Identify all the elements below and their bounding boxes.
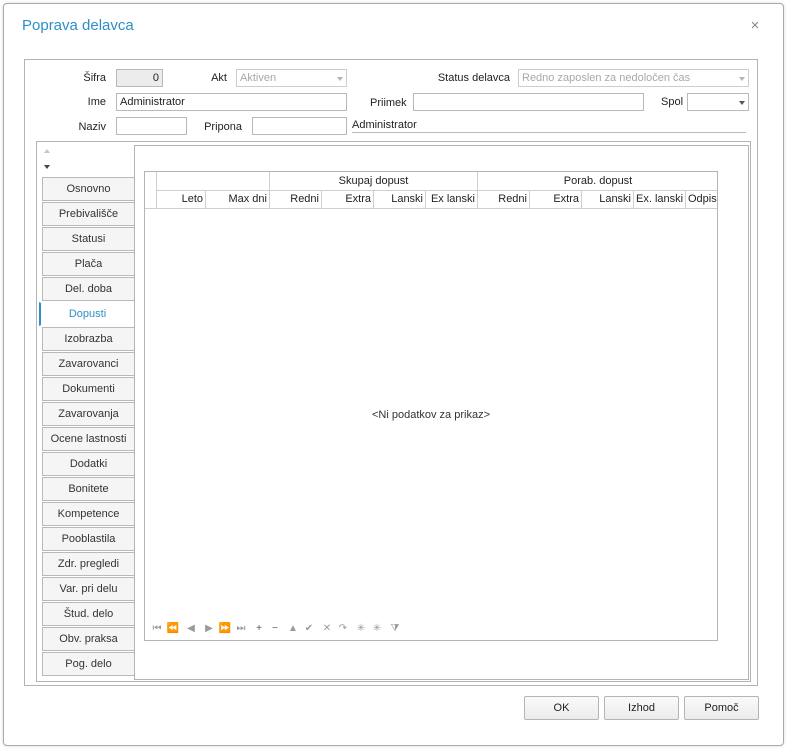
tab-bonitete[interactable]: Bonitete xyxy=(42,477,134,501)
priimek-field[interactable] xyxy=(413,93,644,111)
leave-grid[interactable]: Skupaj dopust Porab. dopust Leto Max dni… xyxy=(144,171,718,641)
band-skupaj-dopust: Skupaj dopust xyxy=(270,172,478,191)
close-icon[interactable]: × xyxy=(748,18,762,33)
ime-field[interactable]: Administrator xyxy=(116,93,347,111)
ok-button[interactable]: OK xyxy=(524,696,599,720)
col-redni[interactable]: Redni xyxy=(270,191,322,209)
help-button[interactable]: Pomoč xyxy=(684,696,759,720)
tab-del-doba[interactable]: Del. doba xyxy=(42,277,134,301)
tab-zdr-pregledi[interactable]: Zdr. pregledi xyxy=(42,552,134,576)
grid-navigator: ⏮ ⏪ ◀ ▶ ⏩ ⏭ + − ▲ ✔ ✕ ↷ ✳ ✳ ⧩ xyxy=(148,623,448,635)
next-icon[interactable]: ▶ xyxy=(202,623,216,635)
chevron-down-icon xyxy=(337,77,343,81)
tab-obv-praksa[interactable]: Obv. praksa xyxy=(42,627,134,651)
display-name: Administrator xyxy=(352,117,746,133)
chevron-down-icon xyxy=(739,77,745,81)
tab-dokumenti[interactable]: Dokumenti xyxy=(42,377,134,401)
grid-band-blank xyxy=(157,172,270,191)
tab-statusi[interactable]: Statusi xyxy=(42,227,134,251)
grid-indicator-column xyxy=(145,172,157,209)
tab-list: Osnovno Prebivališče Statusi Plača Del. doba… xyxy=(39,177,134,677)
akt-select-value: Aktiven xyxy=(240,72,277,84)
col-max-dni[interactable]: Max dni xyxy=(206,191,270,209)
akt-select[interactable]: Aktiven xyxy=(236,69,347,87)
col-odpisano[interactable]: Odpisa xyxy=(686,191,717,209)
tab-pog-delo[interactable]: Pog. delo xyxy=(42,652,134,676)
bookmark-icon[interactable]: ✳ xyxy=(354,623,368,635)
tab-kompetence[interactable]: Kompetence xyxy=(42,502,134,526)
tab-prebivalisce[interactable]: Prebivališče xyxy=(42,202,134,226)
refresh-icon[interactable]: ↷ xyxy=(336,623,350,635)
band-porab-dopust: Porab. dopust xyxy=(478,172,717,191)
col-porab-redni[interactable]: Redni xyxy=(478,191,530,209)
pripona-label: Pripona xyxy=(204,121,242,133)
sifra-field[interactable]: 0 xyxy=(116,69,163,87)
cancel-icon[interactable]: ✕ xyxy=(320,623,334,635)
sifra-label: Šifra xyxy=(83,72,106,84)
prev-page-icon[interactable]: ⏪ xyxy=(166,623,180,635)
tab-stud-delo[interactable]: Štud. delo xyxy=(42,602,134,626)
insert-icon[interactable]: + xyxy=(252,623,266,635)
tab-izobrazba[interactable]: Izobrazba xyxy=(42,327,134,351)
exit-button[interactable]: Izhod xyxy=(604,696,679,720)
filter-icon[interactable]: ⧩ xyxy=(388,623,402,635)
tab-ocene-lastnosti[interactable]: Ocene lastnosti xyxy=(42,427,134,451)
tab-zavarovanci[interactable]: Zavarovanci xyxy=(42,352,134,376)
status-label: Status delavca xyxy=(437,72,510,84)
spol-select[interactable] xyxy=(687,93,749,111)
tab-scroller xyxy=(38,145,134,175)
last-icon[interactable]: ⏭ xyxy=(234,623,248,635)
priimek-label: Priimek xyxy=(370,97,407,109)
post-icon[interactable]: ✔ xyxy=(302,623,316,635)
tab-placa[interactable]: Plača xyxy=(42,252,134,276)
tab-zavarovanja[interactable]: Zavarovanja xyxy=(42,402,134,426)
tab-pooblastila[interactable]: Pooblastila xyxy=(42,527,134,551)
chevron-down-icon xyxy=(739,101,745,105)
tab-var-pri-delu[interactable]: Var. pri delu xyxy=(42,577,134,601)
col-ex-lanski[interactable]: Ex lanski xyxy=(426,191,478,209)
col-extra[interactable]: Extra xyxy=(322,191,374,209)
prev-icon[interactable]: ◀ xyxy=(184,623,198,635)
tab-osnovno[interactable]: Osnovno xyxy=(42,177,134,201)
scroll-up-icon[interactable] xyxy=(44,149,50,153)
status-select[interactable]: Redno zaposlen za nedoločen čas xyxy=(518,69,749,87)
next-page-icon[interactable]: ⏩ xyxy=(218,623,232,635)
col-porab-extra[interactable]: Extra xyxy=(530,191,582,209)
delete-icon[interactable]: − xyxy=(268,623,282,635)
first-icon[interactable]: ⏮ xyxy=(150,623,164,635)
pripona-field[interactable] xyxy=(252,117,347,135)
tab-dopusti[interactable]: Dopusti xyxy=(39,302,134,326)
col-porab-lanski[interactable]: Lanski xyxy=(582,191,634,209)
akt-label: Akt xyxy=(211,72,227,84)
col-lanski[interactable]: Lanski xyxy=(374,191,426,209)
spol-label: Spol xyxy=(661,96,684,108)
scroll-down-icon[interactable] xyxy=(44,165,50,169)
col-leto[interactable]: Leto xyxy=(157,191,206,209)
goto-bookmark-icon[interactable]: ✳ xyxy=(370,623,384,635)
grid-empty-message: <Ni podatkov za prikaz> xyxy=(371,409,490,421)
status-select-value: Redno zaposlen za nedoločen čas xyxy=(522,72,691,84)
naziv-field[interactable] xyxy=(116,117,187,135)
naziv-label: Naziv xyxy=(78,121,106,133)
edit-icon[interactable]: ▲ xyxy=(286,623,300,635)
ime-label: Ime xyxy=(87,96,106,108)
col-porab-ex-lanski[interactable]: Ex. lanski xyxy=(634,191,686,209)
dialog-title: Poprava delavca xyxy=(22,17,134,34)
tab-dodatki[interactable]: Dodatki xyxy=(42,452,134,476)
